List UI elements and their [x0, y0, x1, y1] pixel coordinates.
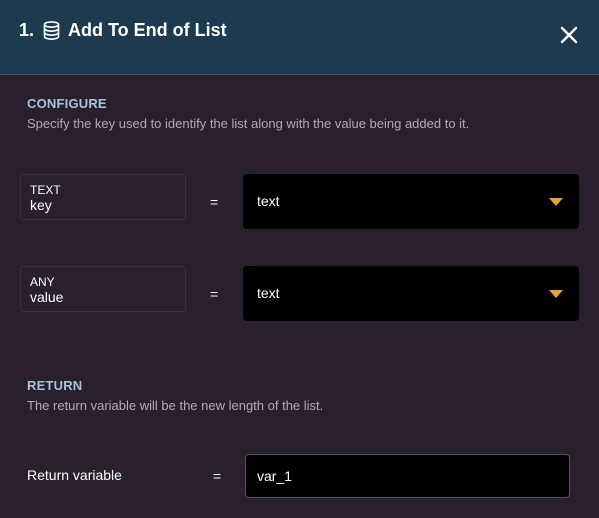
argument-type: ANY	[30, 275, 55, 289]
dialog-header: 1. Add To End of List	[0, 0, 599, 75]
equals-sign: =	[210, 194, 219, 210]
argument-value-label: ANY value	[20, 266, 186, 312]
chevron-down-icon	[549, 290, 563, 298]
argument-type: TEXT	[30, 183, 61, 197]
value-type-dropdown[interactable]: text	[243, 266, 579, 321]
return-section-description: The return variable will be the new leng…	[27, 398, 324, 413]
configure-section-title: CONFIGURE	[27, 96, 107, 111]
argument-name: value	[30, 289, 64, 305]
dropdown-selected-value: text	[257, 193, 280, 209]
return-section-title: RETURN	[27, 378, 83, 393]
step-number: 1.	[19, 20, 35, 40]
database-icon	[43, 21, 60, 40]
return-variable-input[interactable]	[245, 454, 570, 498]
dialog-panel: 1. Add To End of List CONFIGURE Specify …	[0, 0, 599, 518]
close-icon	[560, 26, 578, 44]
argument-key-label: TEXT key	[20, 174, 186, 220]
argument-name: key	[30, 197, 52, 213]
equals-sign: =	[213, 468, 222, 484]
key-type-dropdown[interactable]: text	[243, 174, 579, 229]
close-button[interactable]	[558, 24, 580, 46]
return-variable-label: Return variable	[27, 467, 122, 483]
equals-sign: =	[210, 286, 219, 302]
dialog-title: Add To End of List	[68, 20, 227, 40]
chevron-down-icon	[549, 198, 563, 206]
dropdown-selected-value: text	[257, 285, 280, 301]
dialog-title-row: 1. Add To End of List	[19, 20, 227, 41]
configure-section-description: Specify the key used to identify the lis…	[27, 116, 470, 131]
